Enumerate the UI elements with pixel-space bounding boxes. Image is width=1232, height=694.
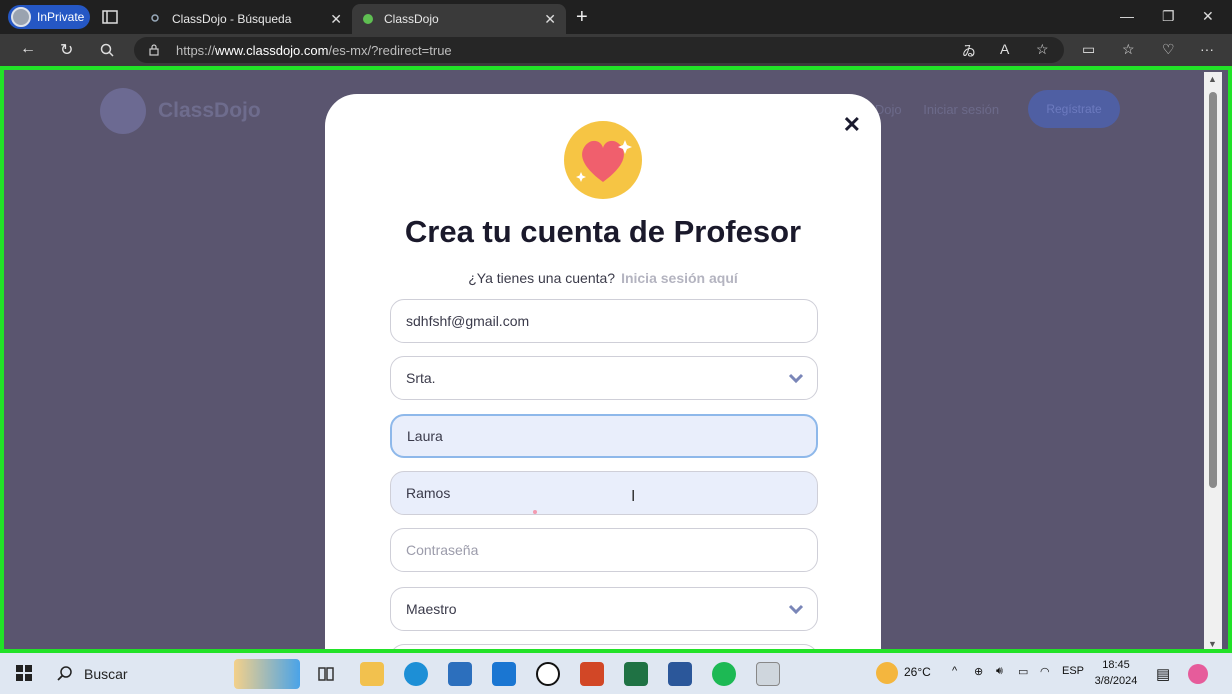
text-cursor-icon: I — [631, 488, 636, 505]
lock-icon — [149, 44, 159, 56]
login-link[interactable]: Inicia sesión aquí — [621, 270, 738, 286]
password-field[interactable]: Contraseña — [390, 528, 818, 572]
app-icon[interactable] — [756, 662, 780, 686]
clock-time: 18:45 — [1102, 659, 1130, 671]
back-icon[interactable]: ← — [20, 40, 36, 58]
search-icon[interactable] — [100, 43, 114, 57]
tab-classdojo[interactable]: ClassDojo ✕ — [352, 4, 566, 34]
volume-icon[interactable]: 🔊︎ — [996, 665, 1003, 678]
classdojo-tab-icon — [363, 14, 373, 24]
tab-title: ClassDojo — [384, 12, 439, 26]
taskbar-search[interactable]: Buscar — [46, 657, 304, 690]
store-icon[interactable] — [448, 662, 472, 686]
search-tab-icon — [151, 14, 159, 22]
login-prompt-text: ¿Ya tienes una cuenta? — [468, 270, 616, 286]
first-name-value: Laura — [407, 428, 443, 444]
clock-date: 3/8/2024 — [1094, 675, 1138, 687]
scrollbar-thumb[interactable] — [1209, 92, 1217, 488]
close-tab-icon[interactable]: ✕ — [330, 11, 342, 28]
tab-title: ClassDojo - Búsqueda — [172, 12, 292, 26]
inprivate-badge[interactable]: InPrivate — [8, 5, 90, 29]
chevron-down-icon — [788, 373, 804, 384]
site-logo[interactable]: ClassDojo — [100, 88, 261, 134]
windows-start-icon[interactable] — [16, 665, 32, 681]
mail-icon[interactable] — [492, 662, 516, 686]
restore-icon[interactable]: ❐ — [1162, 8, 1175, 25]
email-field[interactable]: sdhfshf@gmail.com — [390, 299, 818, 343]
browser-toolbar: ← ↻ https://www.classdojo.com/es-mx/?red… — [0, 34, 1232, 66]
chevron-up-icon[interactable]: ^ — [952, 665, 957, 677]
read-aloud-icon[interactable]: A — [1000, 41, 1009, 57]
address-bar[interactable]: https://www.classdojo.com/es-mx/?redirec… — [134, 37, 1064, 63]
powerpoint-icon[interactable] — [580, 662, 604, 686]
page-viewport: ClassDojo ...Dojo Iniciar sesión Regístr… — [0, 66, 1232, 653]
password-placeholder: Contraseña — [406, 542, 479, 558]
scroll-down-icon[interactable]: ▼ — [1208, 639, 1217, 649]
next-field[interactable] — [390, 644, 818, 649]
new-tab-icon[interactable]: + — [576, 6, 588, 29]
close-window-icon[interactable]: ✕ — [1202, 8, 1214, 25]
email-value: sdhfshf@gmail.com — [406, 313, 530, 329]
page-scrollbar[interactable]: ▲ ▼ — [1204, 72, 1222, 649]
site-nav: ...Dojo Iniciar sesión — [864, 102, 1017, 117]
role-select[interactable]: Maestro — [390, 587, 818, 631]
temperature[interactable]: 26°C — [904, 665, 931, 679]
field-marker — [533, 510, 537, 514]
favorites-icon[interactable]: ☆ — [1122, 41, 1135, 58]
tab-search[interactable]: ClassDojo - Búsqueda ✕ — [140, 4, 352, 34]
windows-taskbar: Buscar 26°C ^ ⊕ 🔊︎ ▭ ◠ ESP 18:45 3/8/202… — [0, 653, 1232, 694]
title-select-value: Srta. — [406, 370, 436, 386]
wifi-icon[interactable]: ◠ — [1040, 665, 1050, 678]
favorite-star-icon[interactable]: ☆ — [1036, 41, 1049, 58]
signup-modal: ✕ Crea tu cuenta de Profesor ¿Ya tienes … — [325, 94, 881, 649]
nav-link-login[interactable]: Iniciar sesión — [923, 102, 999, 117]
profile-avatar — [11, 7, 31, 27]
url-text: https://www.classdojo.com/es-mx/?redirec… — [176, 42, 452, 58]
chevron-down-icon — [788, 604, 804, 615]
dell-icon[interactable] — [536, 662, 560, 686]
excel-icon[interactable] — [624, 662, 648, 686]
language-indicator[interactable]: ESP — [1062, 665, 1084, 677]
clock[interactable]: 18:45 3/8/2024 — [1094, 657, 1138, 689]
word-icon[interactable] — [668, 662, 692, 686]
close-modal-icon[interactable]: ✕ — [843, 112, 861, 138]
meet-icon[interactable]: ⊕ — [974, 665, 983, 678]
copilot-icon[interactable] — [1188, 664, 1208, 684]
search-icon — [57, 665, 72, 681]
classdojo-logo-icon — [100, 88, 146, 134]
search-highlight-image — [234, 659, 300, 689]
inprivate-label: InPrivate — [37, 10, 85, 24]
tab-actions-icon[interactable] — [101, 8, 119, 26]
role-select-value: Maestro — [406, 601, 457, 617]
scroll-up-icon[interactable]: ▲ — [1208, 74, 1217, 84]
first-name-field[interactable]: Laura — [390, 414, 818, 458]
edge-icon[interactable] — [404, 662, 428, 686]
more-options-icon[interactable]: ··· — [1200, 41, 1214, 57]
file-explorer-icon[interactable] — [360, 662, 384, 686]
last-name-value: Ramos — [406, 485, 451, 501]
title-select[interactable]: Srta. — [390, 356, 818, 400]
signup-button[interactable]: Regístrate — [1028, 90, 1120, 128]
modal-title: Crea tu cuenta de Profesor — [404, 214, 802, 249]
taskbar-search-label: Buscar — [84, 665, 128, 682]
weather-icon[interactable] — [876, 662, 898, 684]
split-screen-icon[interactable]: ▭ — [1082, 41, 1095, 58]
spotify-icon[interactable] — [712, 662, 736, 686]
browser-titlebar: InPrivate ClassDojo - Búsqueda ✕ ClassDo… — [0, 0, 1232, 34]
browser-essentials-icon[interactable]: ♡ — [1162, 41, 1175, 58]
login-prompt: ¿Ya tienes una cuenta? Inicia sesión aquí — [325, 270, 881, 286]
notifications-icon[interactable]: ▤ — [1156, 665, 1170, 683]
battery-icon[interactable]: ▭ — [1018, 665, 1028, 678]
last-name-field[interactable]: Ramos I — [390, 471, 818, 515]
heart-icon — [564, 121, 642, 199]
refresh-icon[interactable]: ↻ — [60, 40, 73, 60]
translate-icon[interactable]: ゐ — [962, 41, 976, 61]
task-view-icon[interactable] — [314, 662, 338, 686]
close-tab-icon[interactable]: ✕ — [544, 11, 556, 28]
site-logo-text: ClassDojo — [158, 99, 261, 122]
minimize-icon[interactable]: — — [1120, 8, 1134, 24]
